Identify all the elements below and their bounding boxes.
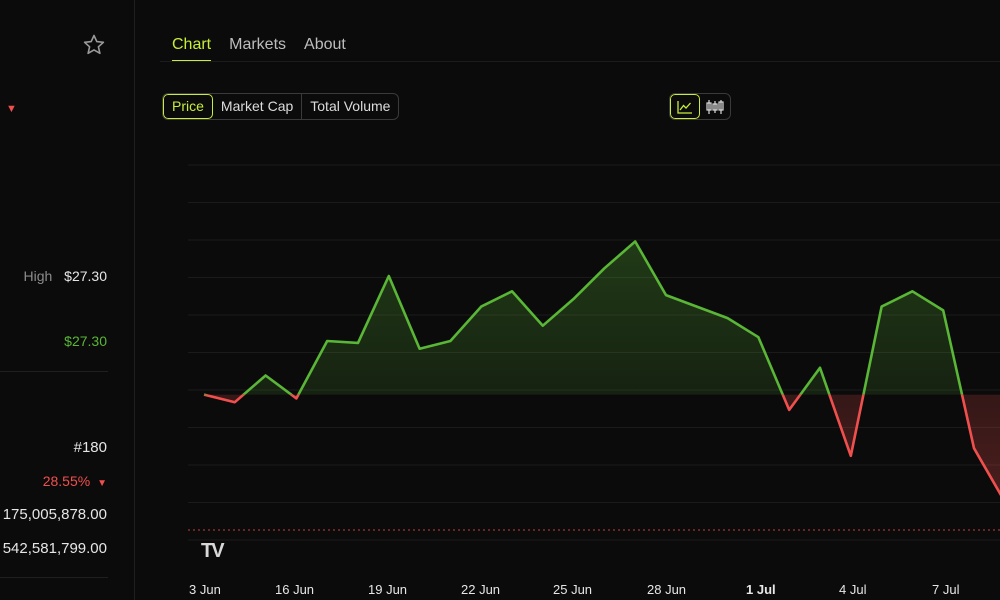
data-point (725, 315, 731, 321)
x-tick-label: 3 Jun (189, 582, 221, 597)
data-point (601, 265, 607, 271)
data-point (786, 407, 792, 413)
data-point (817, 365, 823, 371)
data-point (571, 296, 577, 302)
data-point (971, 445, 977, 451)
tradingview-logo: TV (201, 540, 225, 562)
data-point (540, 323, 546, 329)
data-point (848, 453, 854, 459)
data-point (940, 307, 946, 313)
data-point (386, 273, 392, 279)
x-tick-label: 7 Jul (932, 582, 960, 597)
data-point (909, 288, 915, 294)
data-point (755, 334, 761, 340)
price-chart[interactable]: 3 Jun 16 Jun 19 Jun 22 Jun 25 Jun 28 Jun 1 Jul… (0, 0, 1000, 600)
data-point (447, 338, 453, 344)
x-tick-label: 19 Jun (368, 582, 407, 597)
data-point (478, 304, 484, 310)
data-point (879, 304, 885, 310)
data-point (201, 392, 207, 398)
area-above-baseline (243, 241, 963, 395)
x-tick-label: 4 Jul (839, 582, 867, 597)
x-tick-label: 25 Jun (553, 582, 592, 597)
data-point (663, 292, 669, 298)
x-tick-label: 1 Jul (746, 582, 776, 597)
data-point (293, 395, 299, 401)
data-point (232, 399, 238, 405)
data-point (632, 239, 638, 245)
data-point (324, 338, 330, 344)
data-point (509, 288, 515, 294)
x-tick-label: 22 Jun (461, 582, 500, 597)
data-point (263, 372, 269, 378)
data-point (417, 346, 423, 352)
data-point (694, 304, 700, 310)
data-point (355, 340, 361, 346)
x-tick-label: 28 Jun (647, 582, 686, 597)
x-tick-label: 16 Jun (275, 582, 314, 597)
